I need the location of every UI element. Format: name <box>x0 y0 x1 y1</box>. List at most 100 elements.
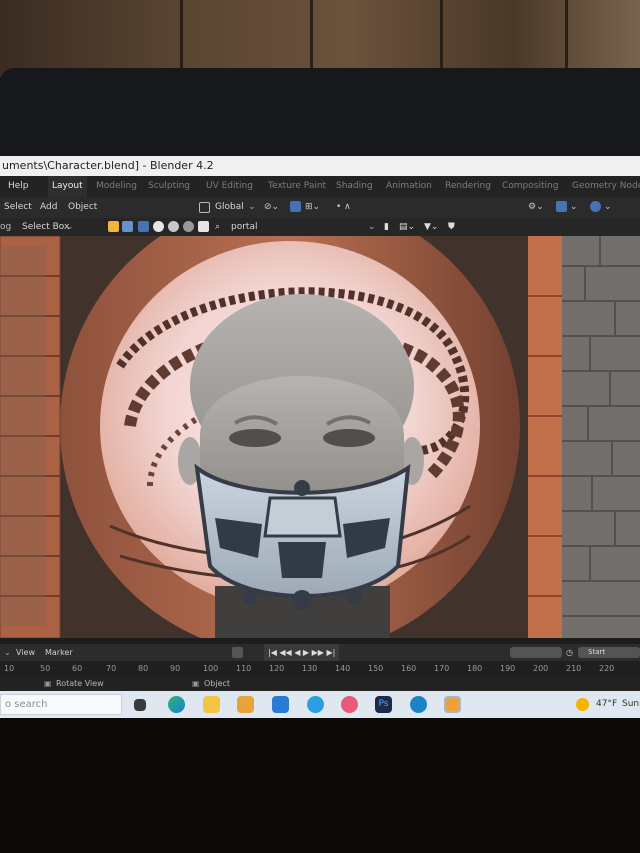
tab-geometry-nodes[interactable]: Geometry Nodes <box>572 176 640 197</box>
sun-icon <box>576 698 589 711</box>
mouse-icon: ▣ <box>192 679 200 688</box>
frame-number: 150 <box>368 664 384 673</box>
file-explorer-icon[interactable] <box>203 696 220 713</box>
room-wall <box>0 0 640 78</box>
frame-number: 60 <box>72 664 83 673</box>
bookmark-icon[interactable]: ▮ <box>384 218 389 236</box>
shading-solid-icon[interactable] <box>590 201 601 212</box>
collection-icon[interactable]: ▤⌄ <box>399 218 415 236</box>
blender-icon[interactable] <box>444 696 461 713</box>
frame-number: 130 <box>302 664 318 673</box>
mode-prefix: og <box>0 222 12 232</box>
frame-number: 70 <box>106 664 117 673</box>
frame-number: 210 <box>566 664 582 673</box>
search-input[interactable]: portal <box>231 218 257 236</box>
frame-number: 180 <box>467 664 483 673</box>
frame-number: 110 <box>236 664 252 673</box>
rendered-icon[interactable] <box>183 221 194 232</box>
view-menu[interactable]: View <box>16 644 35 661</box>
task-view-icon[interactable] <box>134 699 146 711</box>
proportional-edit-icon[interactable]: • ∧ <box>336 197 351 218</box>
edge-icon[interactable] <box>168 696 185 713</box>
viewport-header: Select Add Object Global ⌄ ⊘⌄ ⊞⌄ • ∧ ⚙⌄ … <box>0 197 640 218</box>
solid-shading-icon[interactable] <box>153 221 164 232</box>
weather-app-icon[interactable] <box>307 696 324 713</box>
frame-number: 200 <box>533 664 549 673</box>
tab-uv-editing[interactable]: UV Editing <box>206 176 253 197</box>
add-menu[interactable]: Add <box>40 197 57 218</box>
chevron-down-icon: ⌄ <box>248 202 256 212</box>
tab-layout[interactable]: Layout <box>48 176 87 197</box>
frame-number: 170 <box>434 664 450 673</box>
frame-number: 220 <box>599 664 615 673</box>
wall-seam <box>180 0 183 78</box>
chevron-down-icon: ⌄ <box>4 648 11 657</box>
store-icon[interactable] <box>237 696 254 713</box>
tab-compositing[interactable]: Compositing <box>502 176 558 197</box>
camera-icon[interactable] <box>198 221 209 232</box>
monitor-bezel-bottom <box>0 718 640 853</box>
snap-icon[interactable] <box>290 201 301 212</box>
tab-texture-paint[interactable]: Texture Paint <box>268 176 326 197</box>
mouse-icon: ▣ <box>44 679 52 688</box>
keyframe-icon[interactable] <box>232 647 243 658</box>
windows-taskbar: o search Ps 47°F Sunn <box>0 691 640 718</box>
current-frame-field[interactable] <box>510 647 562 658</box>
object-menu[interactable]: Object <box>68 197 97 218</box>
menu-bar: Help Layout Modeling Sculpting UV Editin… <box>0 176 640 197</box>
mail-icon[interactable] <box>272 696 289 713</box>
gizmo-icon[interactable]: ⚙⌄ <box>528 197 544 218</box>
tab-animation[interactable]: Animation <box>386 176 432 197</box>
tab-rendering[interactable]: Rendering <box>445 176 491 197</box>
timeline-ruler[interactable]: 10 50 60 70 80 90 100 110 120 130 140 15… <box>0 661 640 677</box>
frame-number: 120 <box>269 664 285 673</box>
frame-number: 100 <box>203 664 219 673</box>
transform-orientation-icon <box>199 202 210 213</box>
frame-number: 10 <box>4 664 15 673</box>
select-menu[interactable]: Select <box>4 197 32 218</box>
taskbar-search-input[interactable]: o search <box>0 694 122 715</box>
frame-number: 140 <box>335 664 351 673</box>
tab-shading[interactable]: Shading <box>336 176 373 197</box>
shield-icon[interactable]: ⛊ <box>448 218 455 236</box>
search-icon: ⌕ <box>215 222 221 232</box>
transform-pivot-icon[interactable]: ⊘⌄ <box>264 197 279 218</box>
object-hint: Object <box>204 679 231 688</box>
status-bar: ▣ Rotate View ▣ Object <box>0 677 640 691</box>
weather-condition: Sunn <box>622 699 640 709</box>
3d-viewport[interactable] <box>0 236 640 638</box>
filter-icon[interactable]: ▼⌄ <box>424 218 438 236</box>
frame-number: 190 <box>500 664 516 673</box>
monitor-bezel-top <box>0 68 640 158</box>
frame-number: 80 <box>138 664 149 673</box>
orientation-dropdown[interactable]: Global <box>215 197 244 218</box>
viewport-shading-icon[interactable] <box>122 221 133 232</box>
select-box-dropdown[interactable]: Select Box <box>22 218 69 236</box>
overlay-icon[interactable] <box>556 201 567 212</box>
chrome-icon[interactable] <box>341 696 358 713</box>
material-preview-icon[interactable] <box>168 221 179 232</box>
wall-seam <box>565 0 568 78</box>
tab-modeling[interactable]: Modeling <box>96 176 137 197</box>
render-scene <box>0 236 640 638</box>
chevron-down-icon: ⌄ <box>570 202 578 212</box>
frame-number: 50 <box>40 664 51 673</box>
skype-icon[interactable] <box>410 696 427 713</box>
frame-number: 90 <box>170 664 181 673</box>
frame-number: 160 <box>401 664 417 673</box>
marker-menu[interactable]: Marker <box>45 644 73 661</box>
chevron-down-icon: ⌄ <box>368 222 376 232</box>
timeline-header: ⌄ View Marker |◀ ◀◀ ◀ ▶ ▶▶ ▶| ◷ Start <box>0 644 640 661</box>
tab-sculpting[interactable]: Sculpting <box>148 176 190 197</box>
wireframe-icon[interactable] <box>138 221 149 232</box>
object-mode-icon[interactable] <box>108 221 119 232</box>
start-field[interactable]: Start <box>578 647 640 658</box>
window-title: uments\Character.blend] - Blender 4.2 <box>0 156 640 176</box>
wall-seam <box>310 0 313 78</box>
help-menu[interactable]: Help <box>8 176 29 197</box>
chevron-down-icon: ⌄ <box>66 222 74 232</box>
playback-controls[interactable]: |◀ ◀◀ ◀ ▶ ▶▶ ▶| <box>264 644 340 661</box>
photoshop-icon[interactable]: Ps <box>375 696 392 713</box>
snap-target-icon[interactable]: ⊞⌄ <box>305 197 320 218</box>
rotate-view-hint: Rotate View <box>56 679 104 688</box>
